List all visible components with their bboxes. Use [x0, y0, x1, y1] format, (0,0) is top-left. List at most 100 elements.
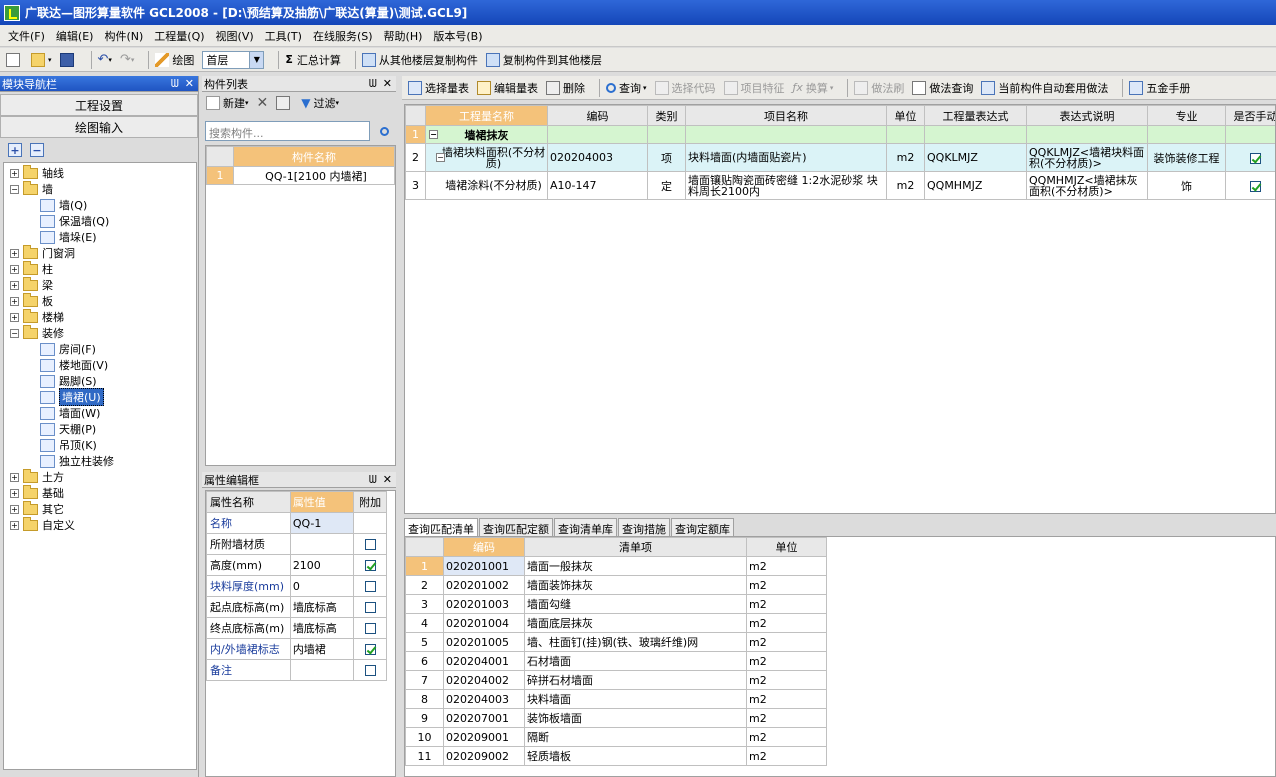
close-icon[interactable]: ✕	[383, 77, 392, 91]
tree-item[interactable]: + 土方	[10, 468, 196, 485]
menu-item-0[interactable]: 文件(F)	[8, 28, 45, 44]
delete-component-button[interactable]: ✕	[257, 93, 269, 113]
convert-button[interactable]: ƒx 换算 ▾	[793, 78, 834, 98]
tree-item[interactable]: 吊顶(K)	[10, 437, 196, 453]
select-code-button[interactable]: 选择代码	[654, 78, 716, 98]
attach-checkbox[interactable]	[364, 539, 376, 550]
tree-item[interactable]: 独立柱装修	[10, 453, 196, 469]
list-row[interactable]: 2 020201002 墙面装饰抹灰 m2	[405, 575, 827, 595]
property-value[interactable]: 内墙裙	[289, 638, 355, 660]
tree-item[interactable]: + 梁	[10, 276, 196, 293]
expander-icon[interactable]: +	[10, 520, 19, 530]
menu-item-5[interactable]: 工具(T)	[265, 28, 302, 44]
group-row[interactable]: 1− 墙裙抹灰	[405, 125, 1275, 144]
copy-to-floor-button[interactable]: 复制构件到其他楼层	[485, 50, 602, 70]
save-button[interactable]	[59, 50, 77, 70]
query-button[interactable]: 查询 ▾	[606, 78, 647, 98]
tab-query-2[interactable]: 查询清单库	[554, 518, 617, 536]
copy-component-button[interactable]	[276, 93, 293, 113]
floor-select[interactable]: 首层 ▼	[202, 50, 265, 69]
item-feature-button[interactable]: 项目特征	[723, 78, 785, 98]
tree-item[interactable]: 墙裙(U)	[10, 388, 196, 406]
expander-icon[interactable]: −	[10, 184, 19, 194]
tab-query-4[interactable]: 查询定额库	[671, 518, 734, 536]
tab-query-3[interactable]: 查询措施	[618, 518, 670, 536]
redo-button[interactable]: ↷ ▾	[120, 50, 134, 70]
edit-list-button[interactable]: 编辑量表	[477, 78, 538, 98]
summary-calc-button[interactable]: Σ 汇总计算	[285, 50, 341, 70]
expand-all-icon[interactable]: +	[8, 143, 22, 157]
attach-checkbox[interactable]	[364, 602, 376, 613]
menu-item-1[interactable]: 编辑(E)	[56, 28, 94, 44]
quantity-row[interactable]: 2− 墙裙块料面积(不分材质) 020204003 项块料墙面(内墙面贴瓷片) m2 QQ…	[405, 143, 1275, 172]
component-search-input[interactable]: 搜索构件...	[205, 121, 370, 141]
attach-checkbox[interactable]	[364, 581, 376, 592]
expander-icon[interactable]: +	[10, 264, 19, 274]
pin-icon[interactable]: ᗯ	[171, 77, 179, 91]
property-value[interactable]: QQ-1	[289, 512, 355, 534]
list-row[interactable]: 10 020209001 隔断 m2	[405, 727, 827, 747]
expander-icon[interactable]: +	[10, 296, 19, 306]
method-query-button[interactable]: 做法查询	[912, 78, 973, 98]
collapse-icon[interactable]: −	[436, 153, 445, 162]
attach-checkbox[interactable]	[364, 665, 376, 676]
delete-button[interactable]: 删除	[546, 78, 585, 98]
close-icon[interactable]: ✕	[185, 77, 194, 91]
pin-icon[interactable]: ᗯ	[369, 473, 377, 487]
new-file-button[interactable]	[6, 50, 23, 70]
component-row[interactable]: 1 QQ-1[2100 内墙裙]	[206, 166, 395, 185]
drawing-input-button[interactable]: 绘图输入	[0, 116, 198, 138]
tree-item[interactable]: + 基础	[10, 484, 196, 501]
expander-icon[interactable]: +	[10, 472, 19, 482]
list-row[interactable]: 1 020201001 墙面一般抹灰 m2	[405, 556, 827, 576]
list-row[interactable]: 8 020204003 块料墙面 m2	[405, 689, 827, 709]
list-row[interactable]: 6 020204001 石材墙面 m2	[405, 651, 827, 671]
expander-icon[interactable]: −	[10, 328, 19, 338]
select-list-button[interactable]: 选择量表	[408, 78, 469, 98]
filter-button[interactable]: ▼ 过滤 ▾	[301, 93, 339, 113]
tree-item[interactable]: 楼地面(V)	[10, 357, 196, 373]
tree-item[interactable]: + 自定义	[10, 516, 196, 533]
list-row[interactable]: 5 020201005 墙、柱面钉(挂)钢(铁、玻璃纤维)网 m2	[405, 632, 827, 652]
tree-item[interactable]: 天棚(P)	[10, 421, 196, 437]
tree-item[interactable]: 房间(F)	[10, 341, 196, 357]
property-value[interactable]: 2100	[289, 554, 355, 576]
quantity-row[interactable]: 3 墙裙涂料(不分材质) A10-147 定墙面镶贴陶瓷面砖密缝 1:2水泥砂浆 块料…	[405, 171, 1275, 200]
open-file-button[interactable]: ▾	[31, 50, 52, 70]
tree-item[interactable]: + 门窗洞	[10, 244, 196, 261]
menu-item-6[interactable]: 在线服务(S)	[313, 28, 373, 44]
menu-item-4[interactable]: 视图(V)	[216, 28, 254, 44]
tree-item[interactable]: 保温墙(Q)	[10, 213, 196, 229]
property-value[interactable]: 0	[289, 575, 355, 597]
auto-apply-method-button[interactable]: 当前构件自动套用做法	[981, 78, 1108, 98]
menu-item-7[interactable]: 帮助(H)	[384, 28, 423, 44]
tree-item[interactable]: − 装修	[10, 324, 196, 341]
pin-icon[interactable]: ᗯ	[369, 77, 377, 91]
expander-icon[interactable]: +	[10, 248, 19, 258]
list-row[interactable]: 3 020201003 墙面勾缝 m2	[405, 594, 827, 614]
tab-query-0[interactable]: 查询匹配清单	[404, 518, 478, 536]
draw-button[interactable]: 绘图	[155, 50, 194, 70]
undo-button[interactable]: ↶ ▾	[98, 50, 112, 70]
manual-checkbox[interactable]	[1250, 180, 1261, 192]
tree-item[interactable]: 墙(Q)	[10, 197, 196, 213]
attach-checkbox[interactable]	[364, 644, 376, 655]
search-icon[interactable]	[374, 121, 394, 141]
menu-item-8[interactable]: 版本号(B)	[433, 28, 482, 44]
expander-icon[interactable]: +	[10, 504, 19, 514]
project-settings-button[interactable]: 工程设置	[0, 94, 198, 116]
hardware-manual-button[interactable]: 五金手册	[1129, 78, 1190, 98]
tree-item[interactable]: 墙垛(E)	[10, 229, 196, 245]
list-row[interactable]: 9 020207001 装饰板墙面 m2	[405, 708, 827, 728]
manual-checkbox[interactable]	[1250, 152, 1261, 164]
list-row[interactable]: 11 020209002 轻质墙板 m2	[405, 746, 827, 766]
tab-query-1[interactable]: 查询匹配定额	[479, 518, 553, 536]
tree-item[interactable]: − 墙	[10, 180, 196, 197]
tree-item[interactable]: 墙面(W)	[10, 405, 196, 421]
list-row[interactable]: 4 020201004 墙面底层抹灰 m2	[405, 613, 827, 633]
new-component-button[interactable]: 新建 ▾	[206, 93, 249, 113]
menu-item-2[interactable]: 构件(N)	[104, 28, 143, 44]
copy-from-floor-button[interactable]: 从其他楼层复制构件	[361, 50, 478, 70]
tree-item[interactable]: + 板	[10, 292, 196, 309]
property-value[interactable]	[289, 533, 355, 555]
